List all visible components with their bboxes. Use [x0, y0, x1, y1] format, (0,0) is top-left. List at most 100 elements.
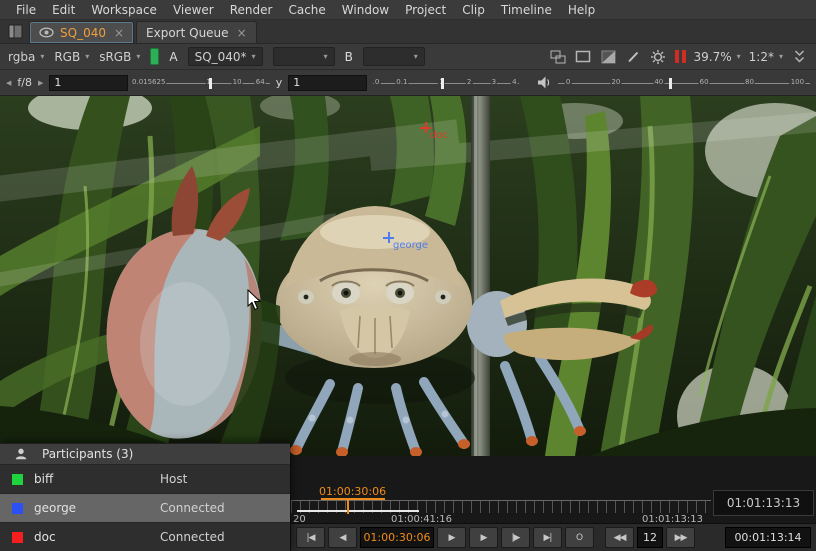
- pencil-icon[interactable]: [625, 48, 642, 65]
- participant-row-biff[interactable]: biff Host: [0, 464, 290, 493]
- display-dropdown[interactable]: RGB: [54, 50, 89, 64]
- step-back-button[interactable]: ◀: [328, 527, 357, 548]
- checker-wipe-icon[interactable]: [600, 48, 617, 65]
- gamma-slider-handle[interactable]: [441, 78, 444, 89]
- tab-label: Export Queue: [146, 26, 229, 40]
- mouse-cursor-icon: [247, 289, 262, 314]
- input-a-label: A: [169, 50, 177, 64]
- tick-label: 0.015625: [131, 77, 166, 88]
- menu-window[interactable]: Window: [334, 3, 397, 17]
- rewind-button[interactable]: ◀◀: [605, 527, 634, 548]
- participants-panel: Participants (3) biff Host george Connec…: [0, 443, 290, 551]
- volume-slider[interactable]: 0 20 40 60 80 100: [558, 75, 810, 91]
- tick-label: 4: [511, 77, 517, 88]
- viewer-canvas[interactable]: doc george: [0, 96, 816, 456]
- marker-doc: doc: [420, 122, 431, 136]
- speaker-icon[interactable]: [537, 74, 552, 91]
- gain-slider[interactable]: 0.015625 1 10 64: [134, 75, 270, 91]
- eye-icon: [39, 27, 54, 38]
- frame-increment-field[interactable]: 12: [637, 527, 663, 548]
- tick-label: 20: [610, 77, 621, 88]
- tick-label: 60: [699, 77, 710, 88]
- viewer-toolbar: rgba RGB sRGB A SQ_040* B 39.7% 1:2*: [0, 44, 816, 70]
- menu-file[interactable]: File: [8, 3, 44, 17]
- duration-timecode: 00:01:13:14: [725, 527, 811, 548]
- tick-label: 64: [255, 77, 266, 88]
- fstop-next-icon[interactable]: ▶: [38, 79, 43, 87]
- menu-bar: File Edit Workspace Viewer Render Cache …: [0, 0, 816, 20]
- out-timecode-box: 01:01:13:13: [713, 490, 814, 516]
- menu-viewer[interactable]: Viewer: [165, 3, 222, 17]
- blend-mode-dropdown[interactable]: [273, 47, 335, 66]
- step-forward-button[interactable]: |▶: [501, 527, 530, 548]
- tab-viewer-sq040[interactable]: SQ_040 ×: [29, 21, 134, 43]
- participant-name: george: [34, 501, 160, 515]
- gain-slider-handle[interactable]: [209, 78, 212, 89]
- collapse-chevrons-icon[interactable]: [791, 48, 808, 65]
- pause-icon[interactable]: [675, 50, 686, 63]
- tab-label: SQ_040: [60, 26, 106, 40]
- tick-label: 0: [374, 77, 380, 88]
- fstop-label[interactable]: f/8: [17, 76, 32, 89]
- menu-render[interactable]: Render: [222, 3, 281, 17]
- menu-edit[interactable]: Edit: [44, 3, 83, 17]
- gamma-slider[interactable]: 0 0.1 1 2 3 4: [373, 75, 519, 91]
- tile-layout-icon[interactable]: [550, 48, 567, 65]
- in-out-range-bar: [297, 510, 419, 512]
- playhead-marker[interactable]: [347, 499, 349, 514]
- participants-header[interactable]: Participants (3): [0, 444, 290, 464]
- menu-clip[interactable]: Clip: [454, 3, 493, 17]
- current-timecode-field[interactable]: 01:00:30:06: [360, 527, 434, 548]
- input-a-dropdown[interactable]: SQ_040*: [188, 47, 263, 66]
- go-to-start-button[interactable]: |◀: [296, 527, 325, 548]
- tab-bar: SQ_040 × Export Queue ×: [0, 20, 816, 44]
- tab-export-queue[interactable]: Export Queue ×: [136, 21, 257, 43]
- person-icon: [14, 447, 28, 461]
- menu-timeline[interactable]: Timeline: [493, 3, 560, 17]
- pane-menu-icon[interactable]: [6, 22, 24, 40]
- participant-status: Connected: [160, 501, 225, 515]
- fullscreen-icon[interactable]: [575, 48, 592, 65]
- tick-label: 3: [491, 77, 497, 88]
- colorspace-dropdown[interactable]: sRGB: [99, 50, 140, 64]
- loop-button[interactable]: O: [565, 527, 594, 548]
- tick-label: 0: [565, 77, 571, 88]
- tick-label: 2: [466, 77, 472, 88]
- play-button[interactable]: ▶: [437, 527, 466, 548]
- tick-label: 100: [790, 77, 805, 88]
- playhead-timecode: 01:00:30:06: [319, 485, 386, 498]
- marker-george-label: george: [393, 240, 428, 251]
- channels-dropdown[interactable]: rgba: [8, 50, 44, 64]
- go-to-end-button[interactable]: ▶|: [533, 527, 562, 548]
- gamma-input[interactable]: 1: [288, 75, 366, 91]
- tick-label: 80: [744, 77, 755, 88]
- viewer-exposure-row: ◀ f/8 ▶ 1 0.015625 1 10 64 y 1 0 0.1 1 2…: [0, 70, 816, 96]
- participant-row-doc[interactable]: doc Connected: [0, 522, 290, 551]
- volume-slider-handle[interactable]: [669, 78, 672, 89]
- input-b-dropdown[interactable]: [363, 47, 425, 66]
- menu-workspace[interactable]: Workspace: [83, 3, 165, 17]
- gain-input[interactable]: 1: [49, 75, 127, 91]
- crab-scene-image: [0, 96, 816, 456]
- menu-cache[interactable]: Cache: [280, 3, 333, 17]
- play-alt-button[interactable]: ▶: [469, 527, 498, 548]
- downrez-dropdown[interactable]: 1:2*: [749, 50, 783, 64]
- gamma-label: y: [276, 76, 283, 89]
- timeline-panel: 01:00:30:06 20 01:00:41:16 01:01:13:13 0…: [290, 456, 816, 551]
- menu-help[interactable]: Help: [560, 3, 603, 17]
- tick-label: 0.1: [395, 77, 408, 88]
- tab-close-icon[interactable]: ×: [114, 26, 124, 40]
- timeline-ruler-area[interactable]: 01:00:30:06 20 01:00:41:16 01:01:13:13 0…: [291, 456, 816, 523]
- fstop-prev-icon[interactable]: ◀: [6, 79, 11, 87]
- viewer-toolbar-right: 39.7% 1:2*: [550, 48, 808, 65]
- input-process-indicator[interactable]: [150, 48, 159, 65]
- tab-close-icon[interactable]: ×: [237, 26, 247, 40]
- zoom-dropdown[interactable]: 39.7%: [694, 50, 741, 64]
- tick-label: 40: [653, 77, 664, 88]
- participant-row-george[interactable]: george Connected: [0, 493, 290, 522]
- participant-name: doc: [34, 530, 160, 544]
- participant-color-swatch: [12, 474, 23, 485]
- roi-gear-icon[interactable]: [650, 48, 667, 65]
- fast-forward-button[interactable]: ▶▶: [666, 527, 695, 548]
- menu-project[interactable]: Project: [397, 3, 454, 17]
